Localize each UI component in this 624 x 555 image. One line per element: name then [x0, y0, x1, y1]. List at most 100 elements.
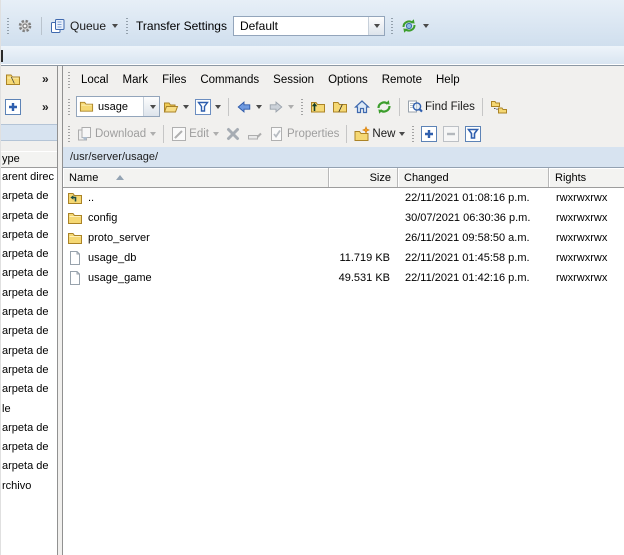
filter-button[interactable]	[192, 97, 224, 117]
column-header-rights[interactable]: Rights	[549, 168, 624, 187]
local-row-fragment[interactable]: arpeta de	[1, 438, 57, 457]
expand-button[interactable]	[418, 124, 440, 144]
local-drive-button[interactable]: \	[5, 71, 21, 91]
local-row-fragment[interactable]: arpeta de	[1, 342, 57, 361]
local-row-fragment[interactable]: arpeta de	[1, 284, 57, 303]
local-row-fragment[interactable]: arpeta de	[1, 187, 57, 206]
folder-up-icon	[310, 99, 326, 115]
menu-files[interactable]: Files	[155, 70, 193, 90]
local-add-button[interactable]	[5, 99, 21, 118]
edit-button[interactable]: Edit	[168, 124, 222, 144]
table-row[interactable]: .. 22/11/2021 01:08:16 p.m. rwxrwxrwx	[63, 188, 624, 208]
transfer-settings-label: Transfer Settings	[136, 19, 227, 33]
rename-button[interactable]	[244, 124, 266, 144]
toolbar-grip[interactable]	[301, 98, 303, 115]
menu-items: Local Mark Files Commands Session Options Remo…	[74, 70, 467, 90]
file-name: usage_game	[88, 272, 152, 284]
local-row-fragment[interactable]: arpeta de	[1, 226, 57, 245]
remote-directory-select[interactable]: usage	[76, 96, 160, 117]
toolbar-grip[interactable]	[7, 18, 9, 34]
sync-icon	[401, 18, 417, 34]
file-table-header: Name Size Changed Rights	[63, 168, 624, 188]
filter-toggle-button[interactable]	[462, 124, 484, 144]
root-directory-button[interactable]: /	[329, 97, 351, 117]
toolbar-overflow-chevron[interactable]: »	[42, 100, 49, 114]
combo-dropdown-button[interactable]	[143, 97, 159, 116]
toolbar-grip[interactable]	[68, 125, 70, 142]
table-row[interactable]: usage_db 11.719 KB 22/11/2021 01:45:58 p.m…	[63, 248, 624, 268]
refresh-button[interactable]	[373, 97, 395, 117]
toolbar-grip[interactable]	[390, 18, 393, 34]
file-name-cell: usage_game	[63, 270, 329, 286]
folder-icon	[67, 210, 83, 226]
menu-help[interactable]: Help	[429, 70, 467, 90]
open-directory-button[interactable]	[160, 97, 192, 117]
local-path-bar[interactable]	[1, 124, 57, 141]
table-row[interactable]: config 30/07/2021 06:30:36 p.m. rwxrwxrwx	[63, 208, 624, 228]
column-header-changed[interactable]: Changed	[398, 168, 549, 187]
local-row-fragment[interactable]: arpeta de	[1, 457, 57, 476]
preferences-button[interactable]	[13, 16, 37, 36]
chevron-down-icon	[183, 104, 189, 109]
local-type-column-header[interactable]: ype	[1, 151, 57, 168]
column-header-size[interactable]: Size	[329, 168, 398, 187]
file-icon	[67, 270, 83, 286]
menu-local[interactable]: Local	[74, 70, 116, 90]
back-button[interactable]	[233, 97, 265, 117]
toolbar-grip[interactable]	[68, 71, 70, 88]
collapse-button[interactable]	[440, 124, 462, 144]
table-row[interactable]: proto_server 26/11/2021 09:58:50 a.m. rwxr…	[63, 228, 624, 248]
new-button[interactable]: New	[351, 124, 408, 144]
local-row-fragment[interactable]: arpeta de	[1, 264, 57, 283]
toolbar-grip[interactable]	[126, 18, 129, 34]
download-button[interactable]: Download	[74, 124, 159, 144]
home-directory-button[interactable]	[351, 97, 373, 117]
menu-session[interactable]: Session	[266, 70, 321, 90]
new-label: New	[372, 127, 396, 140]
queue-button[interactable]: Queue	[46, 16, 122, 36]
combo-dropdown-button[interactable]	[367, 17, 384, 35]
table-row[interactable]: usage_game 49.531 KB 22/11/2021 01:42:16 p…	[63, 268, 624, 288]
application-toolbar: Queue Transfer Settings Default	[1, 0, 624, 66]
properties-button[interactable]: Properties	[266, 124, 342, 144]
file-name-cell: config	[63, 210, 329, 226]
delete-button[interactable]	[222, 124, 244, 144]
folder-icon	[67, 230, 83, 246]
transfer-settings-select[interactable]: Default	[232, 16, 385, 36]
application-toolbar-controls: Queue Transfer Settings Default	[1, 0, 624, 46]
toolbar-grip[interactable]	[68, 98, 70, 115]
synchronize-browsing-button[interactable]	[397, 16, 433, 36]
chevron-down-icon	[215, 104, 221, 109]
parent-directory-button[interactable]	[307, 97, 329, 117]
remote-path-bar[interactable]: /usr/server/usage/	[63, 147, 624, 168]
local-row-fragment[interactable]: arpeta de	[1, 419, 57, 438]
local-row-fragment[interactable]: arpeta de	[1, 380, 57, 399]
winscp-window: Queue Transfer Settings Default \ » » yp…	[0, 0, 624, 555]
local-row-fragment[interactable]: arent direc	[1, 168, 57, 187]
queue-icon	[50, 18, 66, 34]
local-row-fragment[interactable]: rchivo	[1, 477, 57, 496]
menu-options[interactable]: Options	[321, 70, 375, 90]
local-row-fragment[interactable]: arpeta de	[1, 207, 57, 226]
local-row-fragment[interactable]: le	[1, 400, 57, 419]
local-row-fragment[interactable]: arpeta de	[1, 361, 57, 380]
menu-mark[interactable]: Mark	[116, 70, 156, 90]
file-rights: rwxrwxrwx	[556, 252, 608, 264]
local-row-fragment[interactable]: arpeta de	[1, 303, 57, 322]
filter-funnel-icon	[465, 125, 482, 142]
chevron-down-icon	[150, 131, 157, 136]
arrow-right-icon	[268, 99, 284, 115]
toolbar-grip[interactable]	[412, 125, 415, 142]
file-name-cell: ..	[63, 190, 329, 206]
local-row-fragment[interactable]: arpeta de	[1, 322, 57, 341]
column-header-name[interactable]: Name	[63, 168, 329, 187]
menu-commands[interactable]: Commands	[193, 70, 266, 90]
find-files-button[interactable]: Find Files	[404, 97, 478, 117]
synchronize-directories-button[interactable]	[487, 97, 511, 117]
forward-button[interactable]	[265, 97, 297, 117]
folder-up-icon	[67, 190, 83, 206]
chevron-down-icon	[422, 24, 429, 28]
menu-remote[interactable]: Remote	[375, 70, 429, 90]
local-row-fragment[interactable]: arpeta de	[1, 245, 57, 264]
toolbar-overflow-chevron[interactable]: »	[42, 72, 49, 86]
